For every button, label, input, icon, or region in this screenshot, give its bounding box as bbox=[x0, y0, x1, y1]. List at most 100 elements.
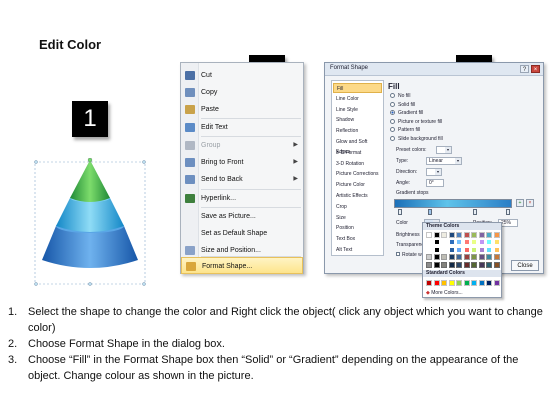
color-swatch[interactable] bbox=[471, 254, 477, 261]
nav-item-fill[interactable]: Fill bbox=[333, 83, 382, 93]
color-swatch[interactable] bbox=[463, 239, 470, 246]
color-swatch[interactable] bbox=[486, 239, 492, 246]
color-swatch[interactable] bbox=[471, 261, 477, 268]
color-swatch[interactable] bbox=[493, 261, 500, 268]
color-swatch[interactable] bbox=[433, 246, 440, 253]
menu-item-send-to-back[interactable]: Send to Back ▶ bbox=[181, 171, 303, 188]
color-swatch[interactable] bbox=[456, 254, 462, 261]
color-swatch[interactable] bbox=[456, 239, 462, 246]
standard-color-swatch[interactable] bbox=[493, 280, 500, 286]
color-swatch[interactable] bbox=[441, 239, 447, 246]
color-swatch[interactable] bbox=[456, 246, 462, 253]
color-swatch[interactable] bbox=[456, 261, 462, 268]
color-swatch[interactable] bbox=[448, 261, 455, 268]
gradient-stops-bar[interactable] bbox=[394, 199, 512, 208]
nav-item-crop[interactable]: Crop bbox=[333, 202, 382, 212]
color-swatch[interactable] bbox=[478, 246, 485, 253]
standard-color-swatch[interactable] bbox=[478, 280, 485, 286]
color-swatch[interactable] bbox=[426, 232, 432, 238]
color-swatch[interactable] bbox=[426, 261, 432, 268]
color-swatch[interactable] bbox=[433, 261, 440, 268]
nav-item-reflection[interactable]: Reflection bbox=[333, 126, 382, 136]
nav-item-picture-color[interactable]: Picture Color bbox=[333, 180, 382, 190]
standard-color-swatch[interactable] bbox=[448, 280, 455, 286]
color-swatch[interactable] bbox=[471, 246, 477, 253]
color-swatch[interactable] bbox=[463, 232, 470, 238]
nav-item-line-style[interactable]: Line Style bbox=[333, 105, 382, 115]
close-button[interactable]: Close bbox=[511, 260, 539, 271]
color-swatch[interactable] bbox=[493, 239, 500, 246]
menu-item-set-as-default-shape[interactable]: Set as Default Shape bbox=[181, 225, 303, 242]
fill-option-picture-or-texture-fill[interactable]: Picture or texture fill bbox=[390, 118, 442, 126]
color-swatch[interactable] bbox=[463, 254, 470, 261]
standard-color-swatch[interactable] bbox=[441, 280, 447, 286]
color-swatch[interactable] bbox=[463, 246, 470, 253]
color-swatch[interactable] bbox=[471, 232, 477, 238]
pyramid-shape[interactable] bbox=[34, 158, 146, 288]
color-swatch[interactable] bbox=[448, 239, 455, 246]
nav-item-shadow[interactable]: Shadow bbox=[333, 115, 382, 125]
color-swatch[interactable] bbox=[471, 239, 477, 246]
type-dropdown[interactable]: Linear ▾ bbox=[426, 157, 462, 165]
gradient-stop[interactable] bbox=[473, 209, 477, 215]
standard-color-swatch[interactable] bbox=[463, 280, 470, 286]
gradient-stop[interactable] bbox=[506, 209, 510, 215]
nav-item-3-d-format[interactable]: 3-D Format bbox=[333, 148, 382, 158]
dialog-titlebar[interactable]: Format Shape ? × bbox=[325, 63, 543, 76]
color-swatch[interactable] bbox=[486, 232, 492, 238]
menu-item-format-shape[interactable]: Format Shape... bbox=[181, 257, 303, 274]
gradient-stop[interactable] bbox=[428, 209, 432, 215]
close-icon[interactable]: × bbox=[531, 65, 540, 73]
nav-item-artistic-effects[interactable]: Artistic Effects bbox=[333, 191, 382, 201]
nav-item-text-box[interactable]: Text Box bbox=[333, 234, 382, 244]
color-swatch[interactable] bbox=[441, 254, 447, 261]
standard-color-swatch[interactable] bbox=[471, 280, 477, 286]
color-swatch[interactable] bbox=[478, 254, 485, 261]
color-swatch[interactable] bbox=[441, 261, 447, 268]
color-swatch[interactable] bbox=[478, 261, 485, 268]
color-swatch[interactable] bbox=[493, 254, 500, 261]
add-stop-icon[interactable]: + bbox=[516, 199, 524, 207]
menu-item-bring-to-front[interactable]: Bring to Front ▶ bbox=[181, 154, 303, 171]
nav-item-alt-text[interactable]: Alt Text bbox=[333, 245, 382, 255]
angle-input[interactable]: 0° bbox=[426, 179, 444, 187]
menu-item-save-as-picture[interactable]: Save as Picture... bbox=[181, 208, 303, 225]
nav-item-line-color[interactable]: Line Color bbox=[333, 94, 382, 104]
color-swatch[interactable] bbox=[493, 232, 500, 238]
preset-colors-dropdown[interactable]: ▾ bbox=[436, 146, 452, 154]
standard-color-swatch[interactable] bbox=[433, 280, 440, 286]
standard-color-swatch[interactable] bbox=[486, 280, 492, 286]
color-swatch[interactable] bbox=[493, 246, 500, 253]
menu-item-paste[interactable]: Paste bbox=[181, 101, 303, 118]
color-swatch[interactable] bbox=[426, 246, 432, 253]
color-swatch[interactable] bbox=[448, 254, 455, 261]
fill-option-no-fill[interactable]: No fill bbox=[390, 92, 411, 100]
color-swatch[interactable] bbox=[433, 254, 440, 261]
nav-item-position[interactable]: Position bbox=[333, 223, 382, 233]
color-swatch[interactable] bbox=[486, 246, 492, 253]
nav-item-glow-and-soft-edges[interactable]: Glow and Soft Edges bbox=[333, 137, 382, 155]
direction-dropdown[interactable]: ▾ bbox=[426, 168, 442, 176]
color-swatch[interactable] bbox=[433, 239, 440, 246]
more-colors-link[interactable]: ◆ More Colors... bbox=[426, 290, 463, 296]
color-swatch[interactable] bbox=[478, 239, 485, 246]
menu-item-hyperlink[interactable]: Hyperlink... bbox=[181, 190, 303, 207]
fill-option-slide-background-fill[interactable]: Slide background fill bbox=[390, 135, 443, 143]
color-swatch[interactable] bbox=[426, 254, 432, 261]
color-swatch[interactable] bbox=[426, 239, 432, 246]
nav-item-3-d-rotation[interactable]: 3-D Rotation bbox=[333, 159, 382, 169]
help-button[interactable]: ? bbox=[520, 65, 529, 73]
nav-item-size[interactable]: Size bbox=[333, 213, 382, 223]
color-swatch[interactable] bbox=[456, 232, 462, 238]
gradient-stop[interactable] bbox=[398, 209, 402, 215]
color-swatch[interactable] bbox=[463, 261, 470, 268]
color-swatch[interactable] bbox=[433, 232, 440, 238]
color-swatch[interactable] bbox=[486, 254, 492, 261]
color-swatch[interactable] bbox=[448, 246, 455, 253]
fill-option-pattern-fill[interactable]: Pattern fill bbox=[390, 126, 420, 134]
color-swatch[interactable] bbox=[486, 261, 492, 268]
fill-option-solid-fill[interactable]: Solid fill bbox=[390, 101, 415, 109]
standard-color-swatch[interactable] bbox=[456, 280, 462, 286]
menu-item-cut[interactable]: Cut bbox=[181, 67, 303, 84]
color-swatch[interactable] bbox=[441, 232, 447, 238]
